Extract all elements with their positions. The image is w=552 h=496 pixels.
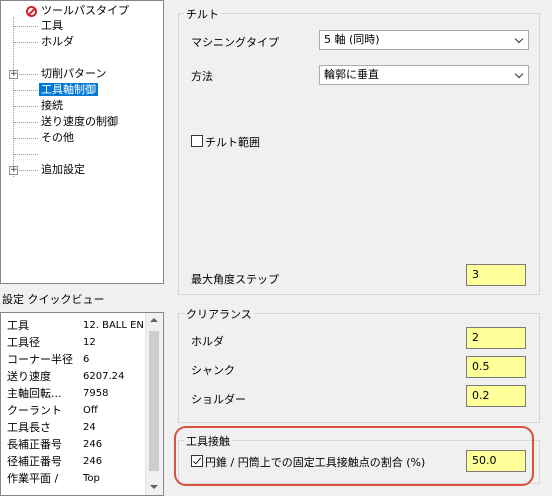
shank-clearance-input[interactable]: 0.5 [466,356,526,378]
shoulder-clearance-input[interactable]: 0.2 [466,385,526,407]
scroll-thumb[interactable] [149,331,159,471]
tree-item-label: 追加設定 [41,163,85,176]
tree-item-label: その他 [41,131,74,144]
method-value: 輪郭に垂直 [324,68,379,81]
tree-connector [14,106,38,107]
quickview-value: 12. BALL EN [83,320,144,331]
expand-icon[interactable]: + [9,166,18,175]
annotation-highlight [174,426,534,486]
expand-icon[interactable]: + [9,70,18,79]
holder-label: ホルダ [191,335,224,348]
tree-connector [14,90,38,91]
tilt-group-title: チルト [184,6,221,22]
tree-guide-line [13,17,14,177]
prohibit-icon [26,6,37,17]
quickview-panel: 工具 12. BALL EN 工具径 12 コーナー半径 6 送り速度 6207… [0,312,164,496]
tree-connector [14,138,38,139]
quickview-key: コーナー半径 [7,353,73,366]
quickview-key: クーラント [7,404,62,417]
quickview-value: 246 [83,439,103,450]
quickview-value: 12 [83,337,96,348]
tree-connector [14,26,38,27]
tilt-range-checkbox[interactable] [191,135,203,147]
clearance-group-title: クリアランス [184,306,254,322]
machining-type-select[interactable]: 5 軸 (同時) [319,30,529,50]
quickview-value: Top [83,473,100,484]
tree-item-label: ホルダ [41,35,74,48]
method-label: 方法 [191,70,213,83]
tree-item-additional-settings[interactable]: 追加設定 [39,162,87,178]
tree-connector [19,170,38,171]
tree-connector [19,74,38,75]
tree-item-label: 接続 [41,99,63,112]
tree-connector [14,154,38,155]
scroll-down-icon[interactable] [150,485,158,489]
tree-item-label: ツールパスタイプ [41,4,129,17]
quickview-title: 設定 クイックビュー [2,293,105,306]
tree-item-misc[interactable]: その他 [39,130,76,146]
quickview-key: 作業平面 / [7,472,59,485]
quickview-key: 主軸回転... [7,387,62,400]
quickview-key: 工具長さ [7,421,51,434]
method-select[interactable]: 輪郭に垂直 [319,65,529,85]
shoulder-label: ショルダー [191,393,246,406]
tree-item-feed-control[interactable]: 送り速度の制御 [39,114,120,130]
machining-type-label: マシニングタイプ [191,36,279,49]
shank-label: シャンク [191,364,235,377]
quickview-key: 送り速度 [7,370,51,383]
tree-connector [14,122,38,123]
tree-item-label: 送り速度の制御 [41,115,118,128]
tilt-group [178,13,540,295]
quickview-value: 246 [83,456,103,467]
operation-tree: ツールパスタイプ 工具 ホルダ + 切削パターン 工具軸制御 接続 送り速度の制… [0,0,164,284]
max-angle-step-label: 最大角度ステップ [191,273,279,286]
parameters-panel: チルト マシニングタイプ 5 軸 (同時) 方法 輪郭に垂直 チルト範囲 最大角… [167,0,552,496]
quickview-value: 24 [83,422,96,433]
tree-item-connection[interactable]: 接続 [39,98,65,114]
quickview-key: 工具 [7,319,29,332]
scroll-up-icon[interactable] [150,318,158,322]
chevron-down-icon [514,34,524,44]
tree-item-label: 工具軸制御 [39,83,98,96]
tree-item-label: 切削パターン [41,67,107,80]
quickview-value: 7958 [83,388,109,399]
quickview-key: 工具径 [7,336,40,349]
tree-item-cut-pattern[interactable]: 切削パターン [39,66,108,82]
tree-item-holder[interactable]: ホルダ [39,34,76,50]
tilt-range-label: チルト範囲 [205,136,260,149]
tree-connector [14,42,38,43]
quickview-value: 6207.24 [83,371,125,382]
quickview-value: 6 [83,354,90,365]
tree-item-label: 工具 [41,19,63,32]
chevron-down-icon [514,69,524,79]
max-angle-step-input[interactable]: 3 [466,264,526,286]
quickview-key: 径補正番号 [7,455,62,468]
quickview-key: 長補正番号 [7,438,62,451]
tree-item-tool[interactable]: 工具 [39,18,65,34]
quickview-scrollbar[interactable] [145,313,163,495]
quickview-value: Off [83,405,98,416]
holder-clearance-input[interactable]: 2 [466,327,526,349]
tree-item-tool-axis-control[interactable]: 工具軸制御 [39,82,98,98]
machining-type-value: 5 軸 (同時) [324,33,380,46]
